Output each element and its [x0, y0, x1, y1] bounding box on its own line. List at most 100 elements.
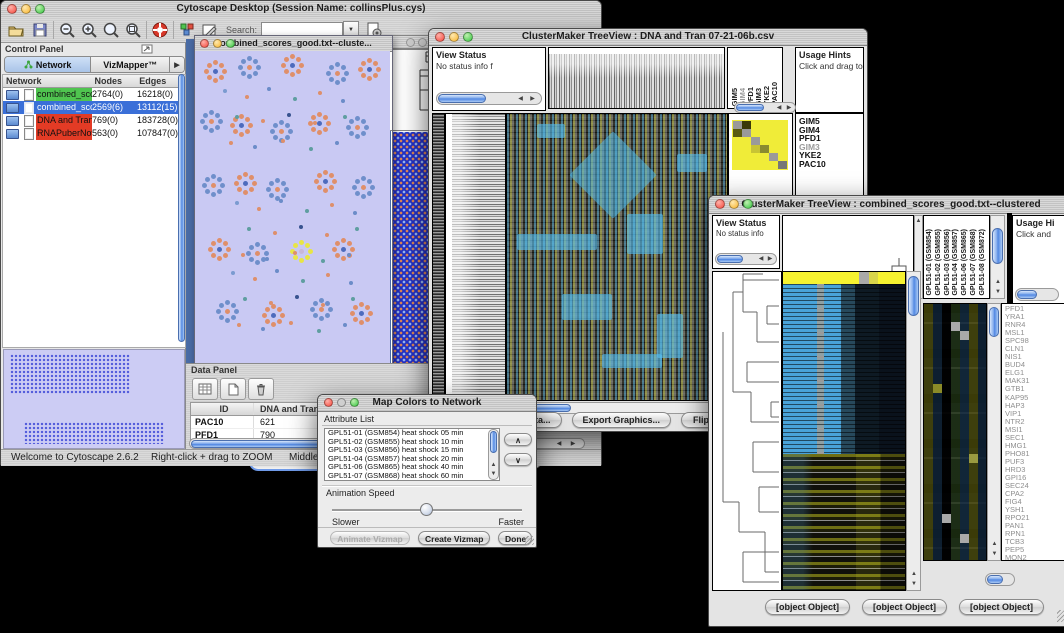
- minimize-icon: [337, 398, 346, 407]
- create-vizmap-button[interactable]: Create Vizmap: [418, 531, 490, 545]
- network-table-header[interactable]: Network Nodes Edges: [3, 75, 185, 88]
- slider-thumb[interactable]: [420, 503, 433, 516]
- tv1-labels-hscroll[interactable]: ◀ ▶: [734, 102, 796, 113]
- tv2-heatmap-vscroll[interactable]: ▲ ▼: [906, 271, 921, 591]
- tv1-row-dendrogram[interactable]: [445, 113, 506, 401]
- scroll-right-icon[interactable]: ▶: [785, 104, 793, 112]
- treeview2-title-bar[interactable]: ClusterMaker TreeView : combined_scores_…: [709, 196, 1064, 214]
- tv2-bottom-scroll-thumb[interactable]: [987, 575, 1003, 584]
- treeview1-title-bar[interactable]: ClusterMaker TreeView : DNA and Tran 07-…: [429, 29, 867, 46]
- tv2-status-scroll-track[interactable]: ◀ ▶: [715, 253, 777, 265]
- control-panel-scrollbar[interactable]: [178, 74, 185, 342]
- scroll-down-icon[interactable]: ▼: [990, 550, 999, 558]
- scroll-left-icon[interactable]: ◀: [554, 440, 564, 448]
- tv1-heatmap[interactable]: [506, 113, 728, 401]
- desktop: { "colors":{ "selection_blue":"#3a6fd8",…: [0, 0, 1064, 633]
- scroll-up-icon[interactable]: ▲: [490, 461, 497, 469]
- scroll-down-icon[interactable]: ▼: [909, 580, 919, 588]
- window-controls[interactable]: [7, 4, 45, 14]
- scroll-up-icon[interactable]: ▲: [993, 278, 1003, 286]
- resize-grip[interactable]: [1057, 610, 1064, 622]
- tv2-heatmap-vscroll-thumb[interactable]: [908, 276, 919, 316]
- scroll-left-icon[interactable]: ◀: [757, 255, 765, 263]
- window-controls[interactable]: [324, 398, 359, 407]
- open-file-icon[interactable]: [7, 21, 25, 39]
- attribute-list-vscroll-thumb[interactable]: [490, 431, 497, 453]
- network-canvas[interactable]: [195, 51, 390, 364]
- window-controls[interactable]: [200, 39, 235, 48]
- network-table-row[interactable]: combined_sco 2569(6) 13112(15): [3, 101, 185, 114]
- correlation-matrix-thumbnail[interactable]: [732, 120, 788, 170]
- tv2-bottom-scroll-fragment[interactable]: [985, 573, 1015, 586]
- network-table-row[interactable]: combined_scores 2764(0) 16218(0): [3, 88, 185, 101]
- tab-overflow-button[interactable]: ▶: [170, 57, 184, 72]
- new-document-icon-button[interactable]: [220, 378, 246, 400]
- tv1-action-button[interactable]: Export Graphics...: [572, 412, 672, 428]
- zoom-fit-icon[interactable]: [102, 21, 120, 39]
- zoom-out-icon[interactable]: [58, 21, 76, 39]
- tab-network[interactable]: Network: [5, 57, 91, 72]
- zoom-icon: [463, 32, 473, 42]
- control-panel-tabs: Network VizMapper™ ▶: [4, 56, 185, 73]
- tv2-heatmap[interactable]: [782, 271, 906, 591]
- tv2-genelist-vscroll[interactable]: ▲ ▼: [987, 303, 1001, 561]
- network-table-row[interactable]: RNAPuberNov2+ 563(0) 107847(0): [3, 127, 185, 140]
- tv1-column-dendrogram[interactable]: [548, 47, 725, 109]
- tv2-row-dendrogram[interactable]: [712, 271, 782, 591]
- help-lifering-icon[interactable]: [151, 21, 169, 39]
- tv1-status-scroll-track[interactable]: ◀ ▶: [436, 92, 542, 105]
- tv2-genelist-vscroll-thumb[interactable]: [989, 307, 999, 337]
- scroll-up-icon[interactable]: ▲: [915, 217, 922, 225]
- network-table-row[interactable]: DNA and Tran 07 769(0) 183728(0): [3, 114, 185, 127]
- scroll-down-icon[interactable]: ▼: [490, 470, 497, 478]
- tv1-status-scroll-thumb[interactable]: [438, 94, 486, 103]
- zoom-selected-icon[interactable]: [124, 21, 142, 39]
- main-title-bar[interactable]: Cytoscape Desktop (Session Name: collins…: [1, 1, 601, 18]
- animate-vizmap-button[interactable]: Animate Vizmap: [330, 531, 410, 545]
- tab-vizmapper[interactable]: VizMapper™: [91, 57, 170, 72]
- tv1-labels-hscroll-thumb[interactable]: [736, 104, 764, 111]
- tv2-collabel-vscroll-thumb[interactable]: [992, 228, 1003, 264]
- tv2-collabel-vscroll[interactable]: ▲ ▼: [990, 215, 1005, 299]
- tv1-global-view-strip[interactable]: [432, 113, 445, 401]
- gene-label[interactable]: MON2: [1005, 554, 1064, 561]
- delete-trash-icon-button[interactable]: [248, 378, 274, 400]
- network-overview-thumbnail[interactable]: [3, 349, 185, 449]
- move-down-button[interactable]: ∨: [504, 453, 532, 466]
- row-label[interactable]: PAC10: [799, 160, 863, 169]
- tv2-zoom-heatmap[interactable]: [923, 303, 987, 561]
- move-up-button[interactable]: ∧: [504, 433, 532, 446]
- tv2-status-scroll-thumb[interactable]: [717, 255, 743, 263]
- scroll-down-icon[interactable]: ▼: [993, 288, 1003, 296]
- tv2-action-button[interactable]: [object Object]: [765, 599, 850, 615]
- usage-hints-text: Click and: [1013, 228, 1064, 239]
- save-icon[interactable]: [31, 21, 49, 39]
- tv2-action-button[interactable]: [object Object]: [862, 599, 947, 615]
- scroll-left-icon[interactable]: ◀: [516, 95, 525, 103]
- scroll-up-icon[interactable]: ▲: [990, 540, 999, 548]
- scroll-right-icon[interactable]: ▶: [528, 95, 537, 103]
- data-panel-title: Data Panel: [191, 365, 237, 375]
- resize-grip[interactable]: [525, 536, 534, 545]
- map-dialog-title: Map Colors to Network: [373, 397, 482, 408]
- float-panel-icon[interactable]: [141, 44, 153, 54]
- scroll-up-icon[interactable]: ▲: [909, 570, 919, 578]
- window-controls[interactable]: [435, 32, 473, 42]
- tv2-usage-scroll-thumb[interactable]: [1017, 290, 1037, 299]
- scroll-left-icon[interactable]: ◀: [775, 104, 783, 112]
- table-grid-icon-button[interactable]: [192, 378, 218, 400]
- tv2-usage-scroll-track[interactable]: [1015, 288, 1059, 301]
- scroll-right-icon[interactable]: ▶: [568, 440, 578, 448]
- attribute-list-item[interactable]: GPL51-07 (GSM868) heat shock 60 min: [325, 472, 499, 481]
- network-view-title-bar[interactable]: combined_scores_good.txt--cluste...: [195, 36, 392, 52]
- animation-speed-slider[interactable]: [332, 503, 522, 517]
- attribute-list-vscroll[interactable]: ▲ ▼: [488, 429, 499, 480]
- toolbar-separator: [146, 21, 147, 39]
- zoom-in-icon[interactable]: [80, 21, 98, 39]
- window-controls[interactable]: [715, 199, 753, 209]
- scroll-right-icon[interactable]: ▶: [766, 255, 774, 263]
- map-dialog-title-bar[interactable]: Map Colors to Network: [318, 395, 536, 412]
- column-label: GPL51-08 (GSM872): [979, 229, 987, 296]
- network-list-empty-area[interactable]: [3, 140, 185, 347]
- tv2-action-button[interactable]: [object Object]: [959, 599, 1044, 615]
